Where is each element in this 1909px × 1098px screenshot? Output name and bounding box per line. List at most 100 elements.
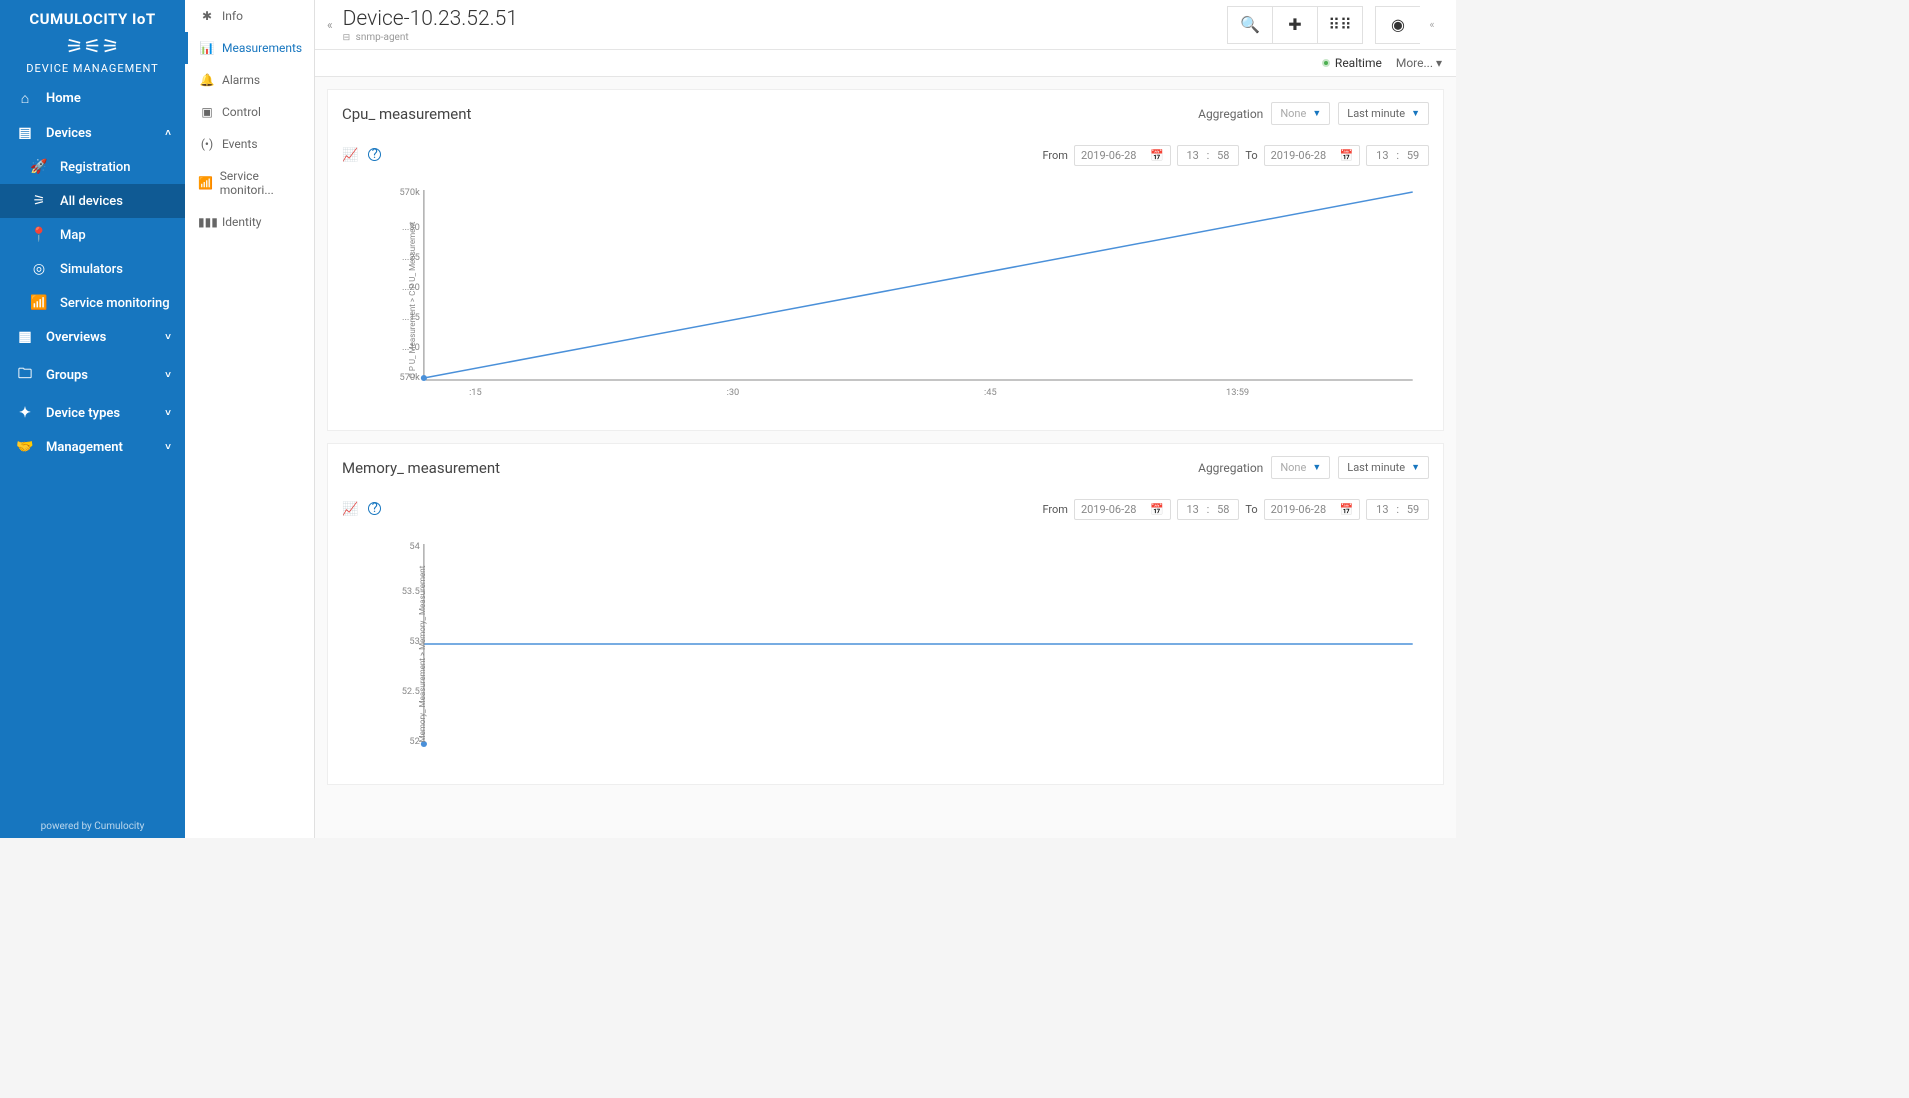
to-date-input[interactable]: 📅 <box>1264 145 1361 166</box>
line-chart-icon[interactable]: 📈 <box>342 148 358 163</box>
date-row: 📈 ? From 📅 : To 📅 : <box>328 137 1443 170</box>
panel-memory: Memory_ measurement Aggregation None ▼ L… <box>327 443 1444 785</box>
tab-column: ✱ Info 📊 Measurements 🔔 Alarms ▣ Control… <box>185 0 315 838</box>
nav-label: Groups <box>46 368 88 383</box>
help-icon[interactable]: ? <box>368 502 381 515</box>
rocket-icon: 🚀 <box>28 159 50 175</box>
tab-measurements[interactable]: 📊 Measurements <box>185 32 314 64</box>
nav-service-monitoring[interactable]: 📶 Service monitoring <box>0 286 185 320</box>
nav-map[interactable]: 📍 Map <box>0 218 185 252</box>
to-min[interactable] <box>1404 503 1422 516</box>
from-label: From <box>1042 149 1067 162</box>
panel-controls: Aggregation None ▼ Last minute ▼ <box>1198 456 1429 479</box>
sidebar: CUMULOCITY IoT ⚞⚟⚞ DEVICE MANAGEMENT ⌂ H… <box>0 0 185 838</box>
tab-events[interactable]: (•) Events <box>185 128 314 160</box>
chevron-down-icon: ˅ <box>165 370 171 381</box>
chevron-down-icon: ˅ <box>165 442 171 453</box>
apps-button[interactable]: ⠿⠿ <box>1317 6 1363 44</box>
caret-down-icon: ▼ <box>1411 108 1420 119</box>
from-time-input[interactable]: : <box>1177 145 1240 166</box>
footer-link[interactable]: powered by Cumulocity <box>0 815 185 838</box>
brand: CUMULOCITY IoT ⚞⚟⚞ DEVICE MANAGEMENT <box>0 0 185 81</box>
chart-toolbar: 📈 ? <box>342 502 381 517</box>
y-axis-label: C P U_ Measurement > C P U_ Measurement <box>408 222 417 379</box>
breadcrumb-label: snmp-agent <box>356 32 409 43</box>
aggregation-select[interactable]: None ▼ <box>1271 456 1330 479</box>
from-hour[interactable] <box>1184 149 1202 162</box>
collapse-tabs-button[interactable]: « <box>327 18 333 32</box>
nav-all-devices[interactable]: ⚞ All devices <box>0 184 185 218</box>
to-time-input[interactable]: : <box>1366 145 1429 166</box>
user-icon: ◉ <box>1391 15 1405 34</box>
to-time-input[interactable]: : <box>1366 499 1429 520</box>
from-hour[interactable] <box>1184 503 1202 516</box>
page-title: Device-10.23.52.51 <box>343 7 518 31</box>
xtick: 13:59 <box>1226 388 1249 398</box>
tab-service-monitoring[interactable]: 📶 Service monitori... <box>185 160 314 206</box>
to-hour[interactable] <box>1373 503 1391 516</box>
nav-home[interactable]: ⌂ Home <box>0 81 185 116</box>
from-date-input[interactable]: 📅 <box>1074 145 1171 166</box>
to-date-field[interactable] <box>1271 503 1335 516</box>
tab-control[interactable]: ▣ Control <box>185 96 314 128</box>
from-date-input[interactable]: 📅 <box>1074 499 1171 520</box>
bar-chart-icon: 📊 <box>198 41 216 55</box>
aggregation-value: None <box>1280 107 1306 120</box>
from-time-input[interactable]: : <box>1177 499 1240 520</box>
xtick: :45 <box>984 388 997 398</box>
panel-title: Cpu_ measurement <box>342 105 471 123</box>
nav-device-types[interactable]: ✦ Device types ˅ <box>0 396 185 430</box>
range-value: Last minute <box>1347 107 1405 120</box>
target-icon: ◎ <box>28 261 50 277</box>
user-button[interactable]: ◉ <box>1375 6 1421 44</box>
memory-chart: Memory_ Measurement > Memory_ Measuremen… <box>328 524 1443 784</box>
barcode-icon: ▮▮▮ <box>198 215 216 229</box>
to-date-field[interactable] <box>1271 149 1335 162</box>
to-hour[interactable] <box>1373 149 1391 162</box>
nav-registration[interactable]: 🚀 Registration <box>0 150 185 184</box>
panel-head: Memory_ measurement Aggregation None ▼ L… <box>328 444 1443 491</box>
tab-label: Info <box>222 9 243 23</box>
from-min[interactable] <box>1214 149 1232 162</box>
from-date-field[interactable] <box>1081 149 1145 162</box>
ytick: 54 <box>409 542 419 552</box>
top-actions: 🔍 ✚ ⠿⠿ ◉ « <box>1228 6 1444 44</box>
nav-management[interactable]: 🤝 Management ˅ <box>0 430 185 464</box>
tab-alarms[interactable]: 🔔 Alarms <box>185 64 314 96</box>
calendar-icon: 📅 <box>1340 503 1354 516</box>
to-min[interactable] <box>1404 149 1422 162</box>
nav-devices[interactable]: ▤ Devices ˄ <box>0 116 185 150</box>
panel-head: Cpu_ measurement Aggregation None ▼ Last… <box>328 90 1443 137</box>
realtime-toggle[interactable]: Realtime <box>1322 56 1382 70</box>
add-button[interactable]: ✚ <box>1272 6 1318 44</box>
more-menu[interactable]: More... ▾ <box>1396 56 1442 70</box>
aggregation-select[interactable]: None ▼ <box>1271 102 1330 125</box>
chevron-down-icon: ˅ <box>165 332 171 343</box>
chart-toolbar: 📈 ? <box>342 148 381 163</box>
nav-overviews[interactable]: ▦ Overviews ˅ <box>0 320 185 354</box>
from-min[interactable] <box>1214 503 1232 516</box>
signal-icon: 📶 <box>198 176 214 190</box>
range-select[interactable]: Last minute ▼ <box>1338 102 1429 125</box>
range-select[interactable]: Last minute ▼ <box>1338 456 1429 479</box>
help-icon[interactable]: ? <box>368 148 381 161</box>
nav-groups[interactable]: 🗀 Groups ˅ <box>0 354 185 396</box>
aggregation-label: Aggregation <box>1198 107 1263 121</box>
nav-simulators[interactable]: ◎ Simulators <box>0 252 185 286</box>
line-chart-icon[interactable]: 📈 <box>342 502 358 517</box>
search-button[interactable]: 🔍 <box>1227 6 1273 44</box>
to-label: To <box>1245 503 1257 516</box>
from-date-field[interactable] <box>1081 503 1145 516</box>
memory-chart-svg: 52 52.5 53 53.5 54 <box>393 534 1423 754</box>
breadcrumb[interactable]: ⊟ snmp-agent <box>343 32 518 43</box>
to-label: To <box>1245 149 1257 162</box>
collapse-right-button[interactable]: « <box>1420 6 1444 44</box>
from-label: From <box>1042 503 1067 516</box>
to-date-input[interactable]: 📅 <box>1264 499 1361 520</box>
tab-identity[interactable]: ▮▮▮ Identity <box>185 206 314 238</box>
cpu-chart: C P U_ Measurement > C P U_ Measurement … <box>328 170 1443 430</box>
grid-icon: ▦ <box>14 329 36 345</box>
tab-info[interactable]: ✱ Info <box>185 0 314 32</box>
tab-label: Measurements <box>222 41 302 55</box>
content: Cpu_ measurement Aggregation None ▼ Last… <box>315 77 1456 838</box>
